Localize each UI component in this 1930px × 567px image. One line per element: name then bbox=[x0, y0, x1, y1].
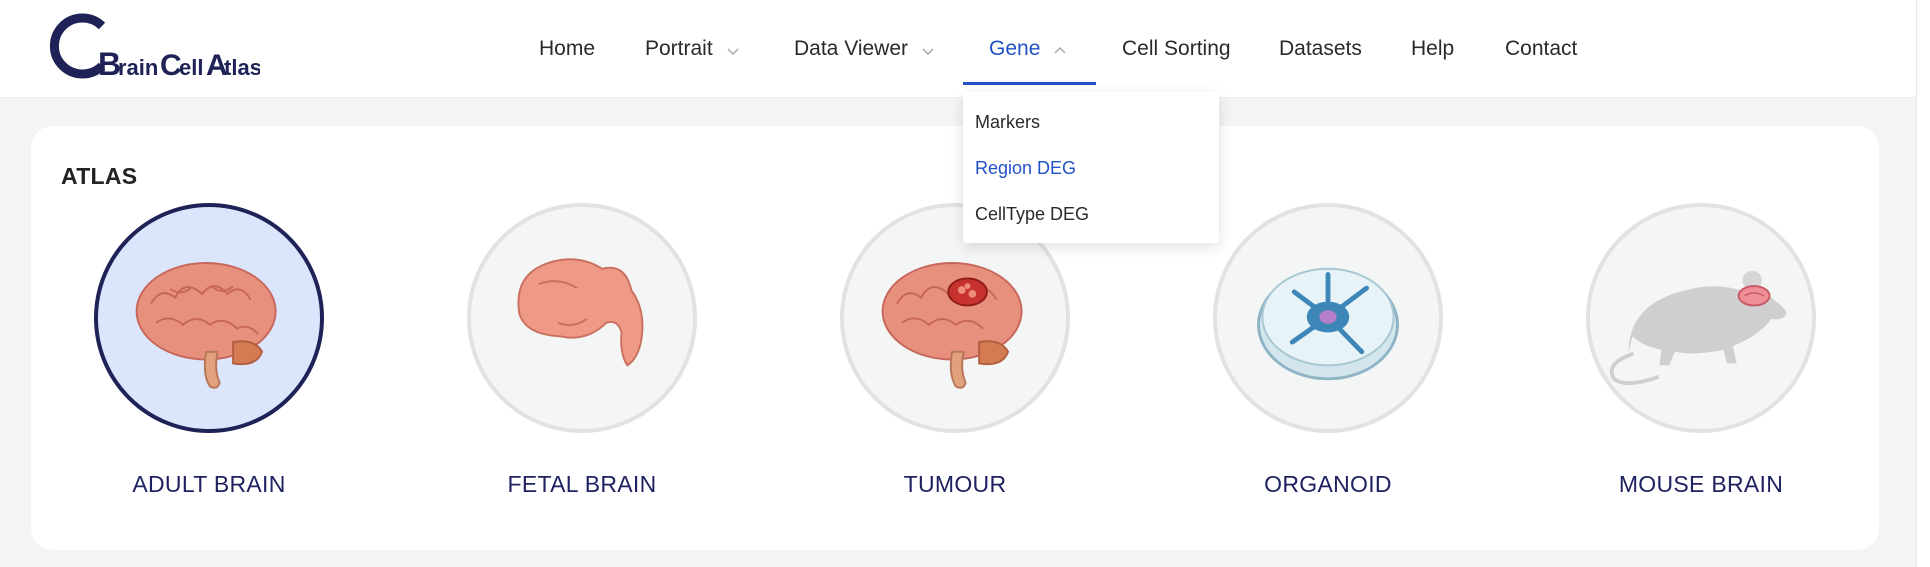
atlas-label-organoid: ORGANOID bbox=[1264, 471, 1392, 497]
svg-text:tlas: tlas bbox=[224, 55, 260, 80]
nav-contact-label: Contact bbox=[1505, 37, 1578, 60]
nav-portrait[interactable]: Portrait bbox=[645, 0, 741, 98]
page-scrollbar[interactable] bbox=[1916, 0, 1930, 567]
nav-cell-sorting-label: Cell Sorting bbox=[1122, 37, 1231, 60]
atlas-label-mouse-brain: MOUSE BRAIN bbox=[1618, 471, 1784, 497]
nav-help[interactable]: Help bbox=[1411, 0, 1454, 98]
top-navigation-bar: B rain C ell A tlas Home Portrait Data V… bbox=[0, 0, 1930, 98]
menu-item-celltype-deg[interactable]: CellType DEG bbox=[975, 204, 1089, 225]
nav-portrait-label: Portrait bbox=[645, 37, 713, 60]
active-nav-indicator bbox=[963, 82, 1096, 85]
svg-text:ell: ell bbox=[179, 55, 203, 80]
nav-gene-label: Gene bbox=[989, 37, 1041, 60]
atlas-label-fetal-brain: FETAL BRAIN bbox=[507, 471, 657, 497]
atlas-item-tumour[interactable]: TUMOUR bbox=[835, 203, 1075, 503]
atlas-title: ATLAS bbox=[61, 163, 138, 189]
nav-data-viewer[interactable]: Data Viewer bbox=[794, 0, 936, 98]
nav-data-viewer-label: Data Viewer bbox=[794, 37, 909, 60]
atlas-item-fetal-brain[interactable]: FETAL BRAIN bbox=[462, 203, 702, 503]
atlas-label-tumour: TUMOUR bbox=[903, 471, 1007, 497]
atlas-label-adult-brain: ADULT BRAIN bbox=[132, 471, 286, 497]
gene-dropdown-menu: Markers Region DEG CellType DEG bbox=[963, 92, 1219, 243]
atlas-item-organoid[interactable]: ORGANOID bbox=[1208, 203, 1448, 503]
atlas-item-adult-brain[interactable]: ADULT BRAIN bbox=[89, 203, 329, 503]
nav-datasets-label: Datasets bbox=[1279, 37, 1362, 60]
svg-text:rain: rain bbox=[118, 55, 158, 80]
adult-brain-icon bbox=[94, 203, 324, 433]
organoid-dish-icon bbox=[1213, 203, 1443, 433]
nav-datasets[interactable]: Datasets bbox=[1279, 0, 1362, 98]
nav-cell-sorting[interactable]: Cell Sorting bbox=[1122, 0, 1231, 98]
mouse-brain-icon bbox=[1586, 203, 1816, 433]
menu-item-markers[interactable]: Markers bbox=[975, 112, 1040, 133]
nav-home[interactable]: Home bbox=[539, 0, 595, 98]
nav-home-label: Home bbox=[539, 37, 596, 60]
chevron-down-icon bbox=[920, 41, 936, 57]
chevron-up-icon bbox=[1052, 41, 1068, 57]
nav-help-label: Help bbox=[1411, 37, 1455, 60]
chevron-down-icon bbox=[725, 41, 741, 57]
nav-contact[interactable]: Contact bbox=[1505, 0, 1577, 98]
menu-item-region-deg[interactable]: Region DEG bbox=[975, 158, 1076, 179]
atlas-item-mouse-brain[interactable]: MOUSE BRAIN bbox=[1581, 203, 1821, 503]
fetal-brain-icon bbox=[467, 203, 697, 433]
brain-cell-atlas-logo[interactable]: B rain C ell A tlas bbox=[40, 8, 262, 84]
